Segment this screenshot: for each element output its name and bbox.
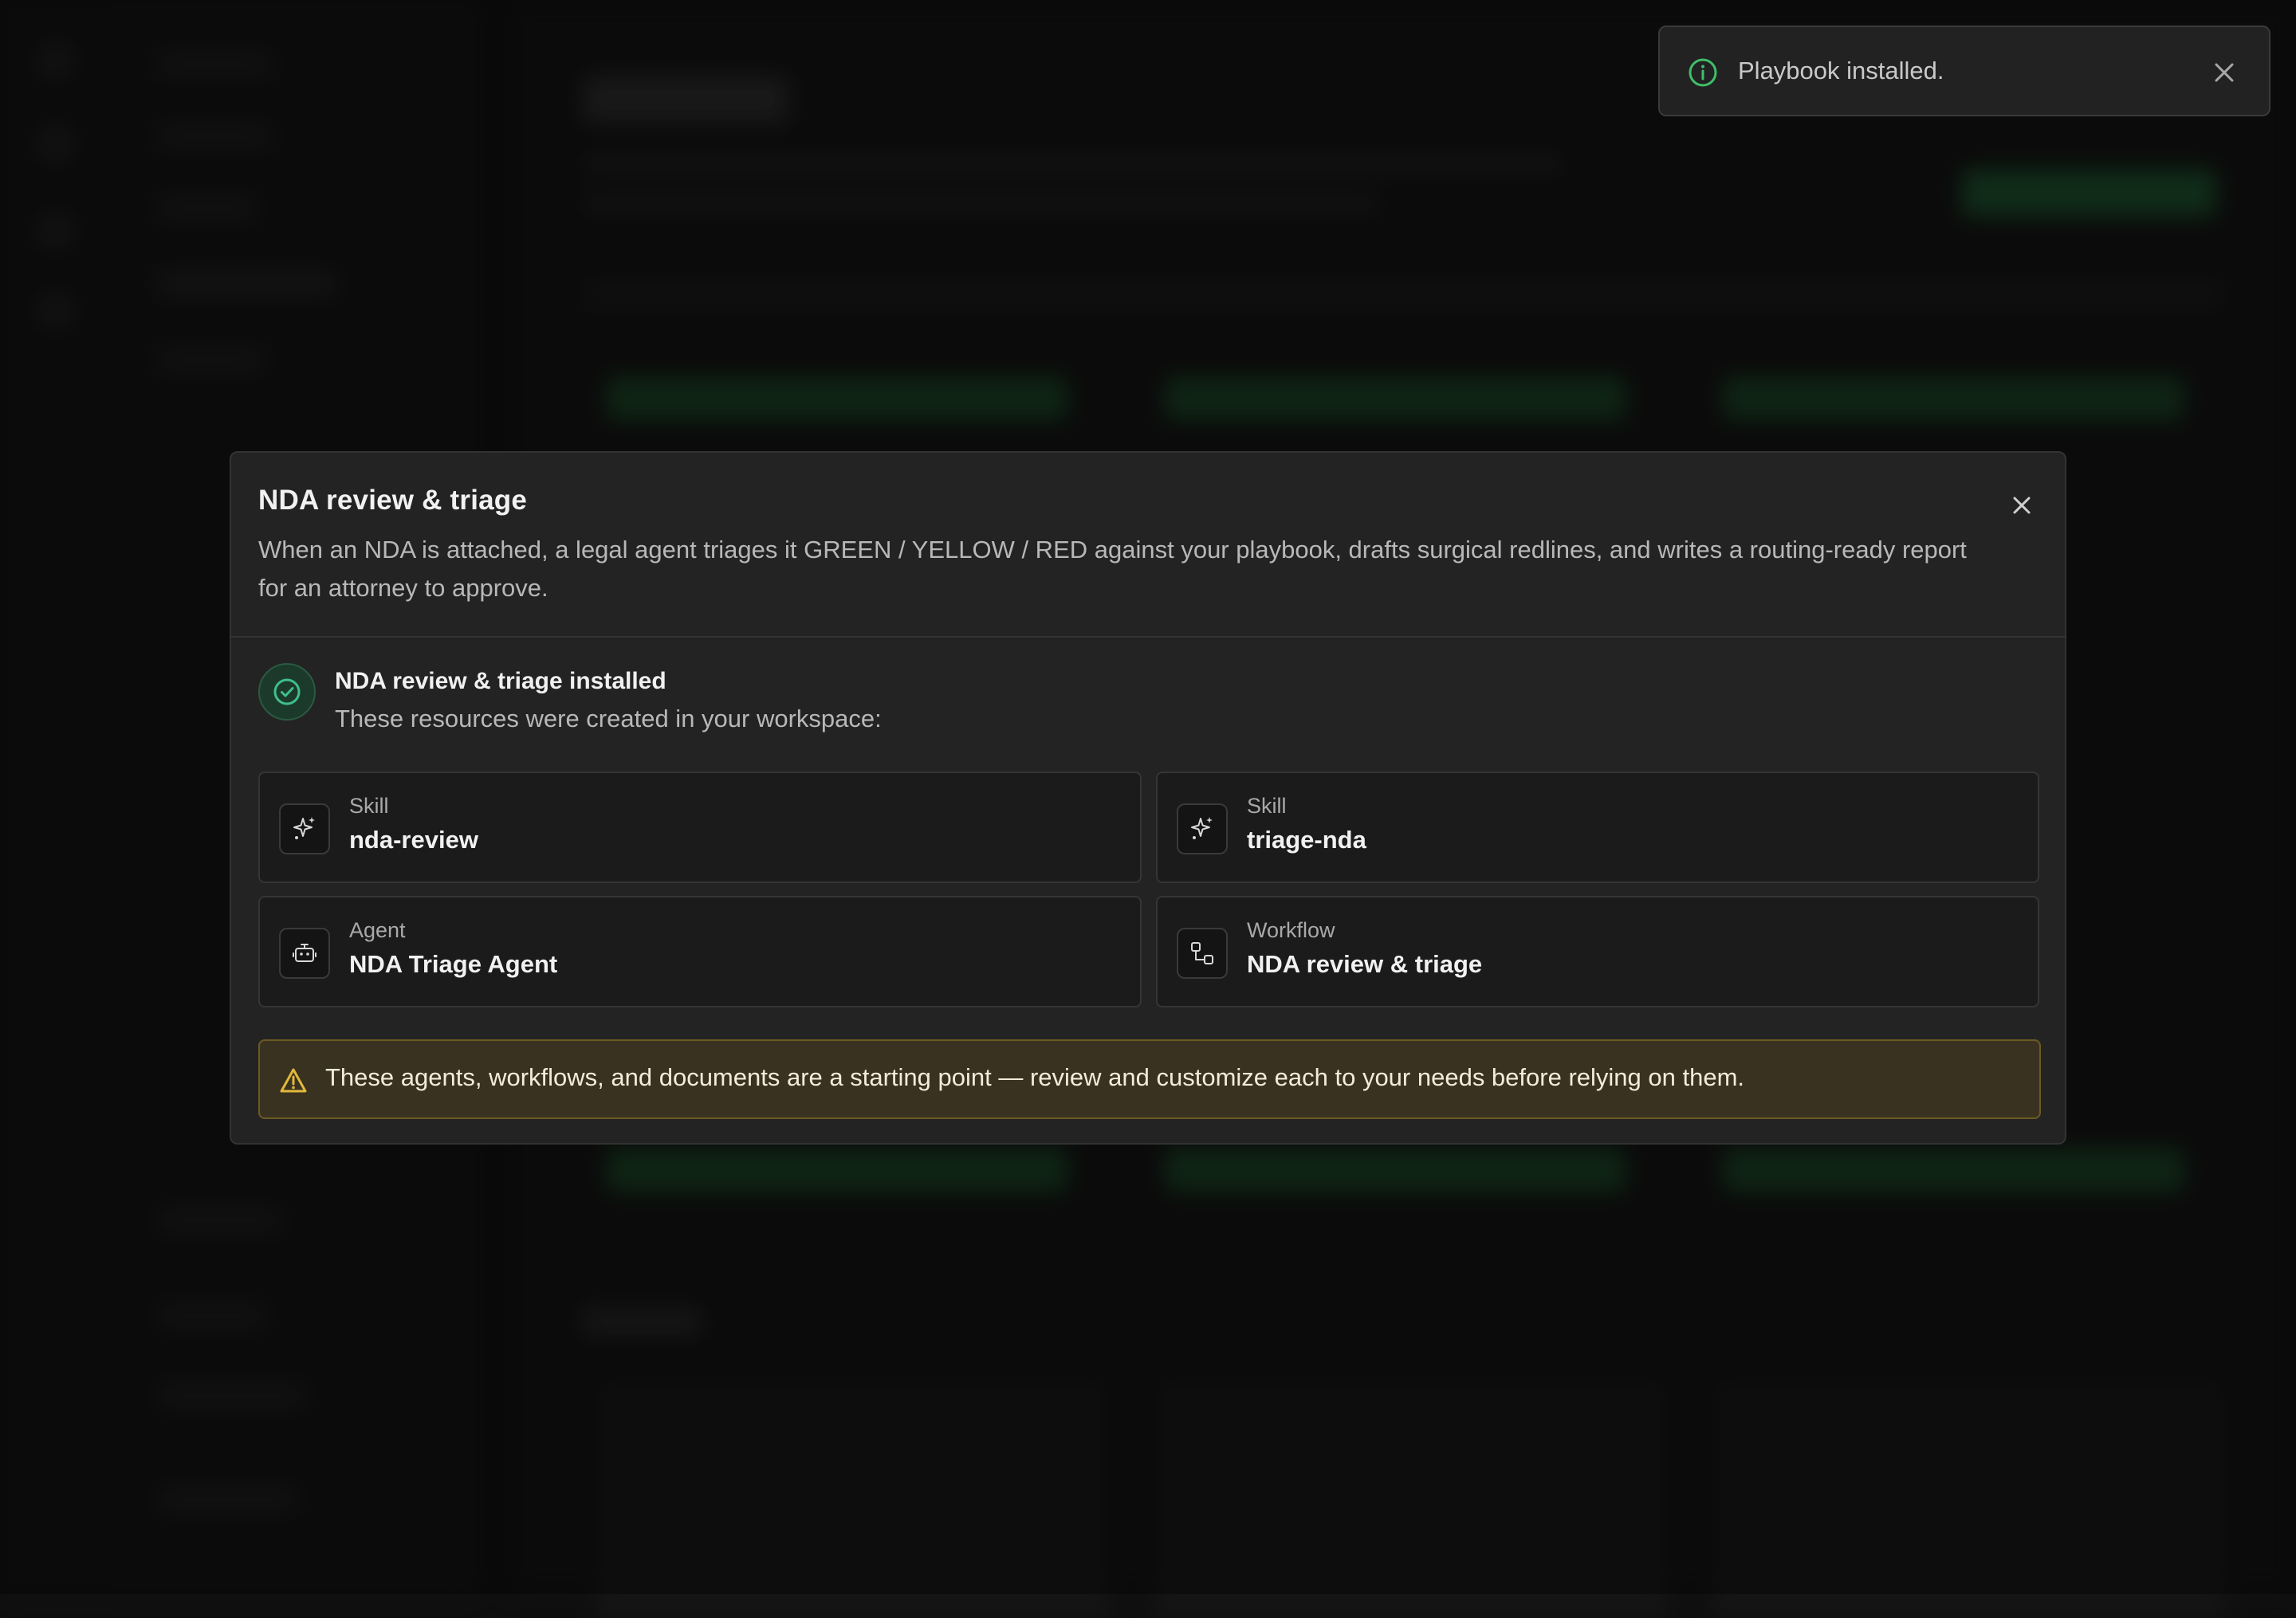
- toast-message: Playbook installed.: [1738, 57, 1944, 85]
- success-subtitle: These resources were created in your wor…: [335, 705, 882, 733]
- dialog-header: NDA review & triage When an NDA is attac…: [231, 453, 2065, 638]
- resource-type: Skill: [349, 794, 389, 819]
- resource-name: NDA Triage Agent: [349, 950, 557, 979]
- dialog-close-button[interactable]: [2006, 489, 2038, 521]
- workflow-icon: [1177, 928, 1228, 979]
- warning-text: These agents, workflows, and documents a…: [325, 1063, 1744, 1092]
- resource-card-nda-review-triage-workflow[interactable]: Workflow NDA review & triage: [1156, 896, 2039, 1007]
- toast-close-button[interactable]: [2208, 57, 2240, 88]
- close-icon: [2213, 61, 2235, 84]
- resource-type: Skill: [1247, 794, 1287, 819]
- sparkles-icon: [279, 803, 330, 854]
- info-icon: [1687, 57, 1719, 88]
- resource-name: NDA review & triage: [1247, 950, 1482, 979]
- dialog-description: When an NDA is attached, a legal agent t…: [258, 531, 1996, 607]
- resource-card-nda-triage-agent[interactable]: Agent NDA Triage Agent: [258, 896, 1142, 1007]
- resource-card-nda-review[interactable]: Skill nda-review: [258, 772, 1142, 883]
- resource-type: Workflow: [1247, 918, 1335, 943]
- toast-notification: Playbook installed.: [1658, 26, 2270, 116]
- dialog-title: NDA review & triage: [258, 485, 527, 516]
- sparkles-icon: [1177, 803, 1228, 854]
- resource-card-triage-nda[interactable]: Skill triage-nda: [1156, 772, 2039, 883]
- close-icon: [2011, 495, 2032, 516]
- success-title: NDA review & triage installed: [335, 668, 666, 695]
- resource-name: nda-review: [349, 826, 478, 854]
- install-result-dialog: NDA review & triage When an NDA is attac…: [230, 451, 2066, 1145]
- warning-triangle-icon: [277, 1065, 309, 1097]
- resource-name: triage-nda: [1247, 826, 1366, 854]
- check-circle-icon: [258, 663, 316, 721]
- starting-point-warning: These agents, workflows, and documents a…: [258, 1039, 2041, 1119]
- resource-type: Agent: [349, 918, 406, 943]
- bot-icon: [279, 928, 330, 979]
- install-success-message: NDA review & triage installed These reso…: [258, 663, 2038, 727]
